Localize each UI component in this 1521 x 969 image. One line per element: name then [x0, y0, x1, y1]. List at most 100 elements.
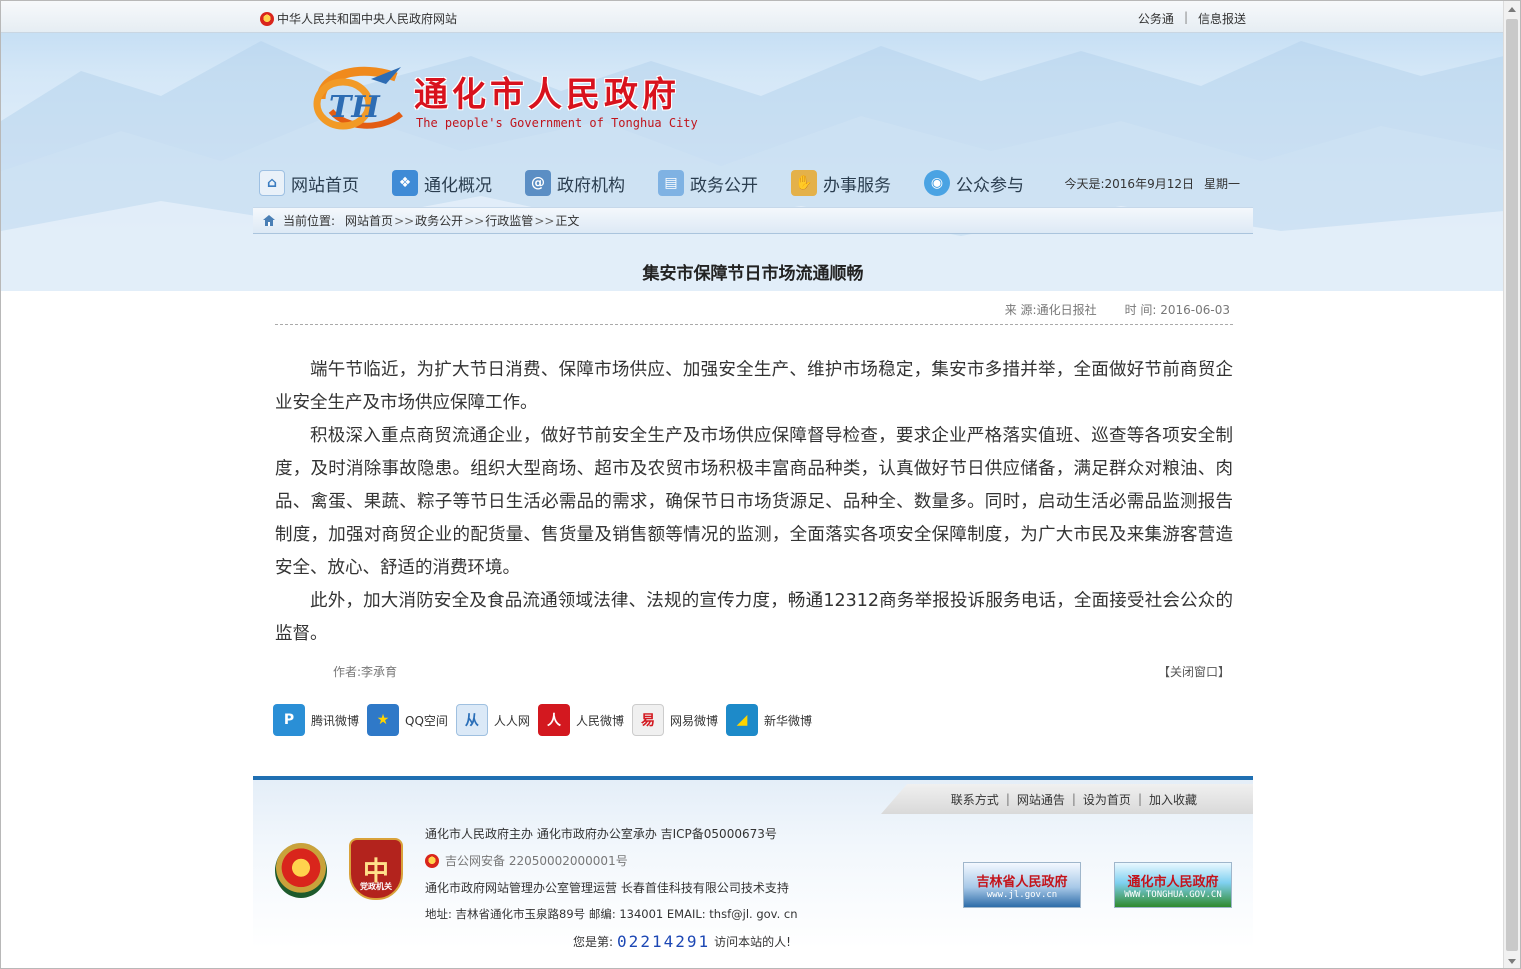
weekday-text: 星期一 [1203, 177, 1240, 191]
article-paragraph: 积极深入重点商贸流通企业，做好节前安全生产及市场供应保障督导检查，要求企业严格落… [275, 426, 1233, 578]
banner-url: www.jl.gov.cn [986, 889, 1058, 900]
scroll-down-icon[interactable] [1508, 959, 1516, 964]
overview-icon: ❖ [392, 170, 418, 196]
visit-suffix: 访问本站的人! [714, 935, 791, 949]
share-qzone[interactable]: ★ QQ空间 [367, 704, 450, 736]
nav-item-home[interactable]: ⌂ 网站首页 [259, 170, 359, 196]
share-label: 新华微博 [763, 713, 812, 728]
scroll-thumb[interactable] [1506, 19, 1518, 951]
divider [275, 324, 1233, 325]
central-government-link[interactable]: 中华人民共和国中央人民政府网站 [260, 10, 457, 27]
badge-label: 党政机关 [360, 882, 392, 891]
tonghua-government-banner[interactable]: 通化市人民政府 WWW.TONGHUA.GOV.CN [1114, 862, 1232, 908]
article-body: 端午节临近，为扩大节日消费、保障市场供应、加强安全生产、维护市场稳定，集安市多措… [275, 354, 1233, 651]
tencent-weibo-icon: P [273, 704, 305, 736]
visit-counter: 您是第: 02214291 访问本站的人! [573, 932, 791, 951]
breadcrumb-home[interactable]: 网站首页 [345, 212, 393, 229]
article-paragraph: 端午节临近，为扩大节日消费、保障市场供应、加强安全生产、维护市场稳定，集安市多措… [275, 360, 1233, 413]
footer-sponsor-text: 通化市人民政府主办 通化市政府办公室承办 吉ICP备05000673号 [425, 827, 777, 841]
banner-title: 通化市人民政府 [1127, 874, 1219, 890]
nav-item-label: 政府机构 [557, 175, 625, 196]
footer-address-text: 地址: 吉林省通化市玉泉路89号 邮编: 134001 EMAIL: thsf@… [425, 907, 798, 921]
separator: | [1071, 792, 1076, 806]
police-emblem-icon[interactable] [275, 843, 327, 898]
top-links: 公务通 | 信息报送 [1138, 10, 1246, 27]
top-link-info-submit[interactable]: 信息报送 [1198, 10, 1246, 27]
footer-link-contact[interactable]: 联系方式 [951, 791, 999, 808]
document-icon: ▤ [658, 170, 684, 196]
article-meta: 来 源:通化日报社 时 间: 2016-06-03 [1005, 301, 1230, 318]
mountain-background [1, 41, 1504, 291]
visit-prefix: 您是第: [573, 935, 614, 949]
separator: | [1183, 10, 1188, 24]
share-xinhua-weibo[interactable]: ◢ 新华微博 [725, 704, 814, 736]
visit-count: 02214291 [617, 932, 711, 951]
site-logo[interactable]: TH 通化市人民政府 The people's Government of To… [301, 59, 721, 139]
party-government-badge[interactable]: 中 党政机关 [349, 838, 403, 900]
breadcrumb-separator: >> [394, 213, 415, 228]
nav-item-organization[interactable]: @ 政府机构 [525, 170, 625, 196]
share-bar: P 腾讯微博 ★ QQ空间 从 人人网 人 人民微博 易 网易微博 ◢ 新华微博 [273, 704, 820, 736]
footer-link-notice[interactable]: 网站通告 [1017, 791, 1065, 808]
top-link-gongwutong[interactable]: 公务通 [1138, 10, 1174, 27]
article-paragraph: 此外，加大消防安全及食品流通领域法律、法规的宣传力度，畅通12312商务举报投诉… [275, 591, 1233, 644]
share-tencent-weibo[interactable]: P 腾讯微博 [273, 704, 361, 736]
chat-icon: ◉ [924, 170, 950, 196]
nav-item-overview[interactable]: ❖ 通化概况 [392, 170, 492, 196]
top-bar [1, 1, 1504, 33]
nav-item-gov-affairs[interactable]: ▤ 政务公开 [658, 170, 758, 196]
jilin-government-banner[interactable]: 吉林省人民政府 www.jl.gov.cn [963, 862, 1081, 908]
article-source: 来 源:通化日报社 [1004, 303, 1097, 317]
share-people-weibo[interactable]: 人 人民微博 [537, 704, 626, 736]
breadcrumb-prefix: 当前位置: [283, 214, 336, 228]
people-weibo-icon: 人 [537, 704, 570, 736]
xinhua-weibo-icon: ◢ [725, 704, 758, 736]
header-banner [1, 1, 1504, 291]
browser-page: 中华人民共和国中央人民政府网站 公务通 | 信息报送 TH 通化市人民政府 Th… [0, 0, 1521, 969]
site-subtitle: The people's Government of Tonghua City [416, 116, 698, 130]
central-government-link-text: 中华人民共和国中央人民政府网站 [277, 12, 458, 26]
banner-title: 吉林省人民政府 [976, 874, 1068, 890]
share-label: 人人网 [493, 713, 530, 728]
share-label: QQ空间 [405, 713, 448, 728]
footer: 联系方式 | 网站通告 | 设为首页 | 加入收藏 中 党政机关 通化市人民政府… [253, 776, 1253, 951]
share-renren[interactable]: 从 人人网 [455, 704, 532, 736]
national-emblem-icon [260, 11, 274, 26]
police-record-icon [425, 853, 439, 868]
share-label: 腾讯微博 [311, 713, 360, 728]
nav-item-label: 办事服务 [823, 175, 891, 196]
nav-item-public-participation[interactable]: ◉ 公众参与 [924, 170, 1024, 196]
share-label: 网易微博 [669, 713, 718, 728]
date-display: 今天是:2016年9月12日 星期一 [1064, 175, 1240, 192]
qzone-icon: ★ [367, 704, 400, 736]
nav-item-label: 通化概况 [424, 175, 492, 196]
netease-weibo-icon: 易 [631, 704, 664, 736]
renren-icon: 从 [455, 704, 488, 736]
nav-item-label: 政务公开 [690, 175, 758, 196]
scroll-up-icon[interactable] [1508, 7, 1516, 12]
breadcrumb-gov-affairs[interactable]: 政务公开 [415, 212, 463, 229]
footer-link-set-homepage[interactable]: 设为首页 [1083, 791, 1131, 808]
article-time: 时 间: 2016-06-03 [1124, 303, 1230, 317]
date-text: 今天是:2016年9月12日 [1064, 177, 1194, 191]
share-netease-weibo[interactable]: 易 网易微博 [631, 704, 720, 736]
footer-police-record[interactable]: 吉公网安备 22050002000001号 [425, 852, 628, 869]
article-author: 作者:李承育 [333, 665, 398, 679]
home-small-icon [263, 215, 275, 226]
organization-icon: @ [525, 170, 551, 196]
vertical-scrollbar[interactable] [1503, 1, 1520, 968]
nav-item-label: 网站首页 [291, 175, 359, 196]
close-window-link[interactable]: 【关闭窗口】 [1158, 663, 1230, 680]
footer-operator-text: 通化市政府网站管理办公室管理运营 长春首佳科技有限公司技术支持 [425, 881, 789, 895]
footer-link-add-favorite[interactable]: 加入收藏 [1149, 791, 1197, 808]
nav-item-services[interactable]: ✋ 办事服务 [791, 170, 891, 196]
separator: | [1137, 792, 1142, 806]
tonghua-logo-icon: TH [313, 66, 403, 130]
svg-text:TH: TH [329, 90, 381, 125]
footer-links: 联系方式 | 网站通告 | 设为首页 | 加入收藏 [881, 784, 1253, 814]
breadcrumb-admin-supervision[interactable]: 行政监管 [485, 212, 533, 229]
breadcrumb-current: 正文 [555, 214, 580, 228]
police-record-text: 吉公网安备 22050002000001号 [445, 854, 628, 868]
breadcrumb-separator: >> [534, 213, 555, 228]
service-icon: ✋ [791, 170, 817, 196]
